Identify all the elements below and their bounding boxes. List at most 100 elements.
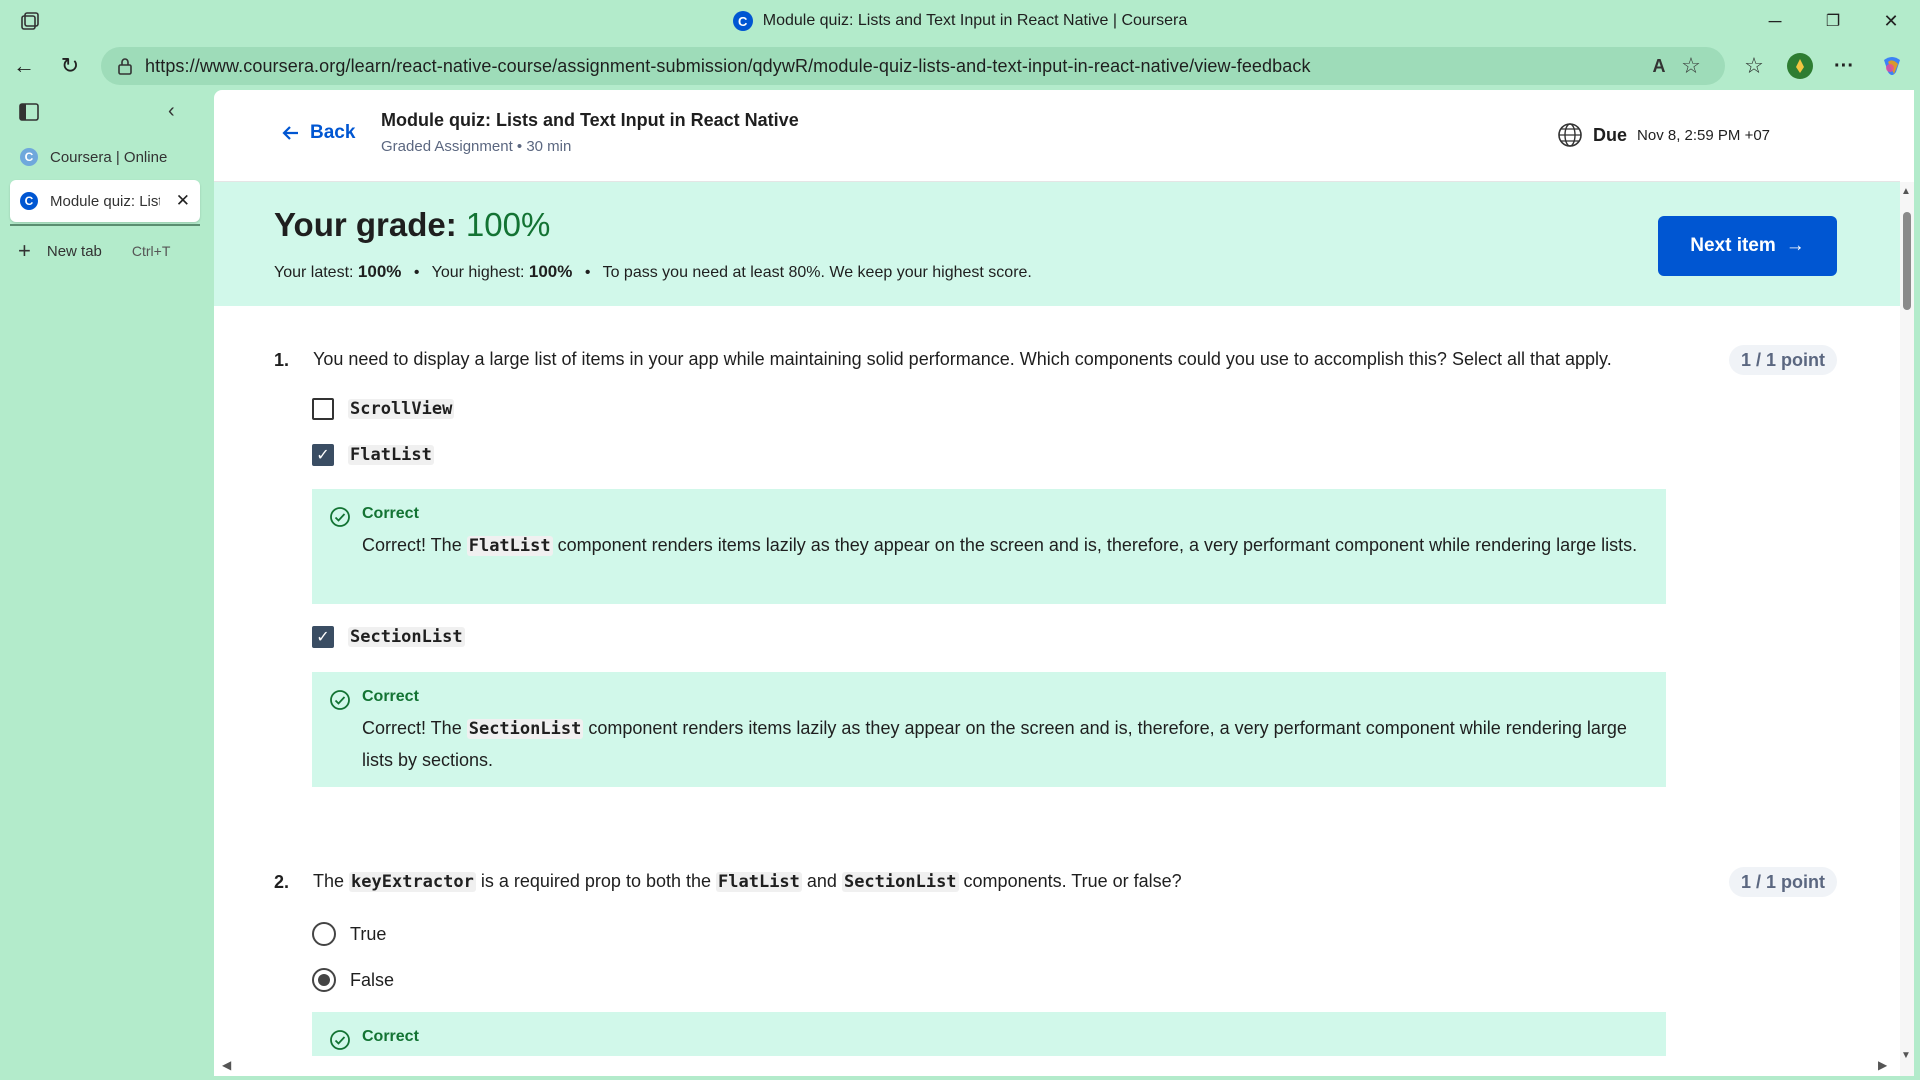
sidebar-divider (10, 224, 200, 226)
feedback-correct: Correct (312, 1012, 1666, 1056)
more-menu-icon[interactable]: ··· (1826, 48, 1862, 84)
next-item-label: Next item (1690, 235, 1776, 256)
due-date: Due Nov 8, 2:59 PM +07 (1557, 122, 1770, 148)
favorites-icon[interactable]: ☆ (1736, 48, 1772, 84)
scroll-up-arrow-icon[interactable]: ▲ (1901, 186, 1911, 197)
title-bar: C Module quiz: Lists and Text Input in R… (0, 0, 1920, 42)
page-content: Back Module quiz: Lists and Text Input i… (214, 90, 1914, 1076)
q2-text-part: The (313, 871, 350, 891)
highest-label: Your highest: (431, 264, 529, 281)
assignment-title: Module quiz: Lists and Text Input in Rea… (381, 110, 799, 130)
close-tab-icon[interactable]: ✕ (176, 191, 190, 211)
q2-text-part: and (801, 871, 842, 891)
profile-avatar[interactable] (1782, 48, 1818, 84)
feedback-title: Correct (362, 505, 419, 522)
option-false[interactable]: False (312, 968, 394, 992)
feedback-prefix: Correct! The (362, 718, 467, 738)
grade-heading-label: Your grade: (274, 206, 466, 243)
tab-module-quiz[interactable]: C Module quiz: List ✕ (10, 180, 200, 222)
close-window-button[interactable]: ✕ (1862, 0, 1920, 42)
reload-button[interactable]: ↻ (52, 50, 88, 82)
question-2-points: 1 / 1 point (1729, 867, 1837, 897)
q2-code-keyextractor: keyExtractor (349, 872, 476, 892)
new-tab-button[interactable]: + New tab Ctrl+T (18, 238, 170, 264)
favorite-star-icon[interactable]: ☆ (1678, 53, 1704, 79)
plus-icon: + (18, 238, 31, 263)
maximize-button[interactable]: ❐ (1804, 0, 1862, 42)
feedback-code: FlatList (466, 536, 553, 556)
horizontal-scrollbar[interactable]: ◀ ▶ (214, 1056, 1900, 1076)
profile-avatar-icon (1787, 53, 1813, 79)
back-label: Back (310, 122, 356, 143)
latest-label: Your latest: (274, 264, 358, 281)
q2-text-part: components. True or false? (958, 871, 1182, 891)
option-label: ScrollView (348, 399, 455, 419)
scroll-left-arrow-icon[interactable]: ◀ (222, 1058, 231, 1072)
question-1-points: 1 / 1 point (1729, 345, 1837, 375)
option-scrollview[interactable]: ScrollView (312, 398, 455, 420)
coursera-favicon-icon: C (732, 11, 753, 31)
tab-actions-icon[interactable] (18, 102, 40, 122)
arrow-right-icon: → (1785, 235, 1805, 256)
feedback-title: Correct (362, 1028, 419, 1045)
q2-code-sectionlist: SectionList (841, 872, 959, 892)
option-label: False (350, 969, 395, 990)
next-item-button[interactable]: Next item → (1658, 216, 1837, 276)
q2-code-flatlist: FlatList (716, 872, 802, 892)
option-sectionlist[interactable]: ✓ SectionList (312, 626, 465, 648)
new-tab-shortcut: Ctrl+T (131, 243, 171, 259)
vertical-scrollbar[interactable]: ▲ ▼ (1900, 182, 1914, 1076)
grade-details: Your latest: 100% • Your highest: 100% •… (274, 262, 1032, 282)
copilot-icon[interactable] (1874, 48, 1910, 84)
q2-text-part: is a required prop to both the (475, 871, 717, 891)
tab-label: Module quiz: List (50, 192, 160, 210)
option-true[interactable]: True (312, 922, 386, 946)
feedback-correct: Correct Correct! The SectionList compone… (312, 672, 1666, 787)
back-link[interactable]: Back (282, 122, 355, 144)
feedback-code: SectionList (466, 719, 584, 739)
address-bar[interactable]: https://www.coursera.org/learn/react-nat… (101, 47, 1725, 85)
feedback-body: component renders items lazily as they a… (552, 535, 1638, 555)
due-value: Nov 8, 2:59 PM +07 (1637, 126, 1771, 144)
vertical-tabs-sidebar: ‹ C Coursera | Online Co C Module quiz: … (0, 92, 212, 1080)
new-tab-label: New tab (46, 242, 102, 260)
question-1-text: You need to display a large list of item… (313, 349, 1612, 369)
module-quiz-tab-favicon-icon: C (20, 192, 38, 210)
tab-coursera-online[interactable]: C Coursera | Online Co (10, 136, 200, 178)
radio-unselected[interactable] (312, 922, 336, 946)
site-info-icon[interactable] (115, 56, 135, 76)
scroll-right-arrow-icon[interactable]: ▶ (1878, 1058, 1887, 1072)
scroll-down-arrow-icon[interactable]: ▼ (1901, 1050, 1911, 1061)
highest-value: 100% (528, 262, 573, 281)
navigation-bar: ← ↻ https://www.coursera.org/learn/react… (0, 42, 1920, 88)
grade-summary: Your grade: 100% Your latest: 100% • You… (214, 182, 1900, 306)
read-aloud-icon[interactable]: A (1646, 53, 1672, 79)
grade-heading: Your grade: 100% (274, 206, 550, 244)
window-title: C Module quiz: Lists and Text Input in R… (0, 11, 1920, 31)
separator-bullet: • (584, 264, 591, 281)
grade-value: 100% (465, 206, 551, 243)
check-circle-icon (330, 507, 350, 527)
feedback-correct: Correct Correct! The FlatList component … (312, 489, 1666, 604)
checkbox-checked[interactable]: ✓ (312, 444, 334, 466)
question-1-number: 1. (274, 350, 290, 370)
check-circle-icon (330, 690, 350, 710)
collapse-sidebar-icon[interactable]: ‹ (168, 100, 175, 123)
question-2-text: The keyExtractor is a required prop to b… (313, 871, 1613, 892)
option-label: FlatList (348, 445, 434, 465)
feedback-text: Correct! The FlatList component renders … (362, 530, 1652, 562)
pass-requirement: To pass you need at least 80%. We keep y… (602, 264, 1032, 281)
minimize-button[interactable]: ─ (1746, 0, 1804, 42)
globe-icon (1558, 123, 1582, 147)
option-flatlist[interactable]: ✓ FlatList (312, 444, 434, 466)
back-nav-button[interactable]: ← (6, 50, 42, 82)
window-title-text: Module quiz: Lists and Text Input in Rea… (762, 12, 1188, 29)
checkbox-checked[interactable]: ✓ (312, 626, 334, 648)
feedback-text: Correct! The SectionList component rende… (362, 713, 1652, 776)
checkbox-unchecked[interactable] (312, 398, 334, 420)
question-2-number: 2. (274, 872, 290, 892)
radio-selected[interactable] (312, 968, 336, 992)
url-text[interactable]: https://www.coursera.org/learn/react-nat… (145, 56, 1311, 77)
arrow-left-icon (282, 126, 298, 140)
scroll-thumb[interactable] (1903, 212, 1911, 310)
